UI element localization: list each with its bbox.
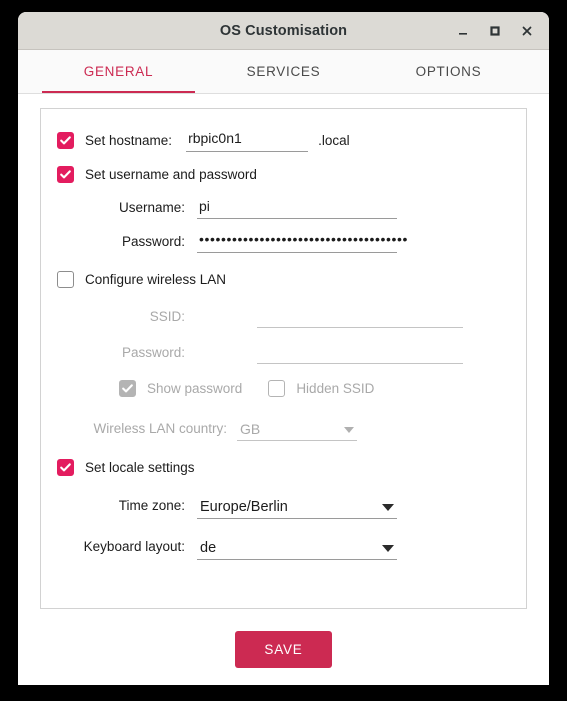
- check-icon: [60, 135, 71, 144]
- wireless-password-label: Password:: [121, 344, 185, 360]
- maximize-button[interactable]: [481, 17, 509, 45]
- set-hostname-checkbox[interactable]: [57, 131, 74, 149]
- minimize-button[interactable]: [449, 17, 477, 45]
- wireless-country-value: GB: [240, 421, 261, 437]
- wireless-country-dropdown: GB: [237, 415, 357, 441]
- ssid-row: SSID:: [57, 299, 510, 334]
- wireless-country-row: Wireless LAN country: GB: [57, 407, 510, 449]
- password-row: Password: ••••••••••••••••••••••••••••••…: [57, 224, 510, 259]
- tab-services[interactable]: SERVICES: [201, 50, 366, 93]
- chevron-down-icon: [382, 503, 394, 511]
- wireless-options-row: Show password Hidden SSID: [57, 370, 510, 407]
- set-username-password-label: Set username and password: [85, 166, 257, 182]
- tab-services-label: SERVICES: [246, 64, 321, 79]
- ssid-label: SSID:: [149, 309, 185, 324]
- set-locale-settings-checkbox[interactable]: [57, 458, 74, 476]
- ssid-input: [257, 305, 463, 328]
- hidden-ssid-label: Hidden SSID: [296, 381, 375, 396]
- check-icon: [60, 169, 71, 178]
- username-row: Username:: [57, 191, 510, 224]
- set-username-password-checkbox[interactable]: [57, 165, 74, 183]
- username-label: Username:: [118, 200, 185, 215]
- show-password-label: Show password: [147, 381, 243, 396]
- keyboard-row: Keyboard layout: de: [57, 526, 510, 567]
- wireless-password-row: Password:: [57, 334, 510, 370]
- tab-options[interactable]: OPTIONS: [366, 50, 531, 93]
- tab-general[interactable]: GENERAL: [36, 50, 201, 93]
- user-row: Set username and password: [57, 157, 510, 191]
- wireless-row: Configure wireless LAN: [57, 259, 510, 299]
- tab-bar: GENERAL SERVICES OPTIONS: [18, 50, 549, 94]
- timezone-dropdown[interactable]: Europe/Berlin: [197, 493, 397, 519]
- chevron-down-icon: [382, 544, 394, 552]
- check-icon: [122, 384, 133, 393]
- hostname-input[interactable]: [186, 128, 309, 152]
- set-locale-settings-label: Set locale settings: [85, 459, 195, 475]
- set-hostname-label: Set hostname:: [85, 132, 173, 148]
- window-title: OS Customisation: [219, 22, 348, 39]
- footer: SAVE: [40, 631, 527, 668]
- titlebar: OS Customisation: [18, 12, 549, 50]
- tab-content-general: Set hostname: .local Set username and pa…: [18, 94, 549, 685]
- timezone-value: Europe/Berlin: [200, 498, 288, 515]
- show-password-checkbox: [119, 380, 136, 397]
- close-button[interactable]: [513, 17, 541, 45]
- password-label: Password:: [121, 234, 185, 249]
- timezone-label: Time zone:: [118, 498, 185, 513]
- password-masked-value: ••••••••••••••••••••••••••••••••••••••: [199, 231, 409, 247]
- timezone-row: Time zone: Europe/Berlin: [57, 485, 510, 526]
- keyboard-layout-value: de: [200, 539, 217, 556]
- hostname-suffix: .local: [318, 132, 350, 148]
- hidden-ssid-checkbox: [268, 380, 286, 397]
- maximize-icon: [490, 25, 500, 36]
- wireless-country-label: Wireless LAN country:: [93, 420, 227, 436]
- hostname-row: Set hostname: .local: [57, 123, 510, 157]
- tab-options-label: OPTIONS: [415, 64, 482, 79]
- locale-row: Set locale settings: [57, 449, 510, 485]
- username-input[interactable]: [197, 196, 397, 219]
- keyboard-layout-label: Keyboard layout:: [83, 539, 185, 554]
- keyboard-layout-dropdown[interactable]: de: [197, 534, 397, 560]
- minimize-icon: [459, 32, 467, 35]
- save-button[interactable]: SAVE: [235, 631, 332, 668]
- configure-wireless-lan-label: Configure wireless LAN: [85, 271, 227, 287]
- tab-general-label: GENERAL: [83, 64, 154, 79]
- password-input[interactable]: ••••••••••••••••••••••••••••••••••••••: [197, 230, 407, 253]
- window-controls: [449, 12, 541, 49]
- settings-card: Set hostname: .local Set username and pa…: [40, 108, 527, 609]
- os-customisation-window: OS Customisation GENERAL SERVICES OPTION…: [18, 12, 549, 685]
- close-icon: [522, 26, 532, 35]
- check-icon: [60, 462, 71, 471]
- chevron-down-icon: [344, 427, 354, 433]
- wireless-password-input: [257, 341, 463, 364]
- configure-wireless-lan-checkbox[interactable]: [57, 270, 74, 288]
